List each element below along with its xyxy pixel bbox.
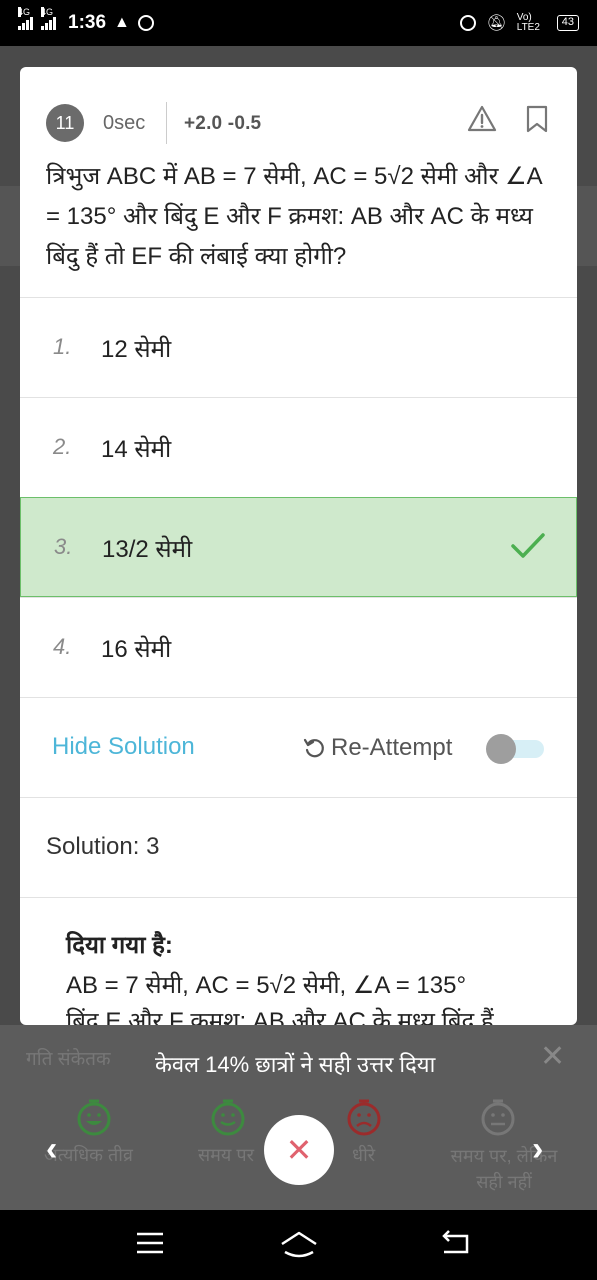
battery-icon: 43: [556, 15, 579, 31]
neutral-face-icon: [481, 1099, 515, 1136]
question-number: 11: [46, 104, 84, 142]
close-icon: ✕: [285, 1132, 313, 1168]
mute-icon: 🔕︎: [486, 15, 507, 32]
signal-icon: 4G: [18, 7, 33, 30]
option-number: 1.: [53, 334, 72, 359]
question-marks: +2.0 -0.5: [184, 113, 262, 134]
solution-body: दिया गया है: AB = 7 सेमी, AC = 5√2 सेमी,…: [20, 897, 577, 1025]
solution-line: AB = 7 सेमी, AC = 5√2 सेमी, ∠A = 135°: [66, 972, 467, 999]
hide-solution-button[interactable]: Hide Solution: [52, 733, 195, 761]
back-icon[interactable]: [440, 1230, 470, 1256]
question-card: 11 0sec +2.0 -0.5 त्रिभुज ABC में AB = 7…: [20, 67, 577, 1025]
menu-icon[interactable]: [136, 1230, 164, 1256]
system-nav-bar: [0, 1210, 597, 1280]
notification-icon: ▲: [114, 14, 130, 31]
reattempt-label: Re-Attempt: [331, 734, 453, 761]
option-text: 16 सेमी: [101, 636, 172, 663]
reattempt-toggle[interactable]: [486, 734, 546, 764]
check-icon: [511, 533, 545, 558]
volte-label: Vo) LTE2: [516, 12, 540, 33]
close-fab-button[interactable]: ✕: [264, 1115, 334, 1185]
speed-label: समय पर: [198, 1145, 254, 1165]
home-icon[interactable]: [280, 1230, 318, 1260]
solution-header: Solution: 3: [20, 797, 577, 897]
fast-face-icon: [77, 1099, 111, 1136]
speed-label: समय पर, लेकिन सही नहीं: [450, 1146, 558, 1192]
option-number: 3.: [54, 534, 73, 559]
status-right: 🔕︎ Vo) LTE2 43: [460, 13, 579, 33]
header-divider: [166, 102, 167, 144]
option-2[interactable]: 2. 14 सेमी: [20, 397, 577, 497]
speed-label: अत्यधिक तीव्र: [44, 1145, 133, 1165]
reattempt-button[interactable]: Re-Attempt: [303, 734, 452, 762]
signal-icon-2: 4G: [41, 7, 56, 30]
status-left: 4G 4G 1:36 ▲: [18, 7, 154, 34]
option-text: 12 सेमी: [101, 336, 172, 363]
app-icon: [137, 15, 154, 31]
toggle-knob: [486, 734, 516, 764]
solution-line: बिंदु E और F क्रमश: AB और AC के मध्य बिं…: [66, 1008, 494, 1025]
option-number: 2.: [53, 434, 72, 459]
speed-label: धीरे: [352, 1145, 376, 1165]
solution-actions: Hide Solution Re-Attempt: [20, 697, 577, 797]
option-3-correct[interactable]: 3. 13/2 सेमी: [20, 497, 577, 597]
ontime-face-icon: [211, 1099, 245, 1136]
previous-arrow-icon[interactable]: ‹: [46, 1130, 57, 1169]
option-text: 14 सेमी: [101, 436, 172, 463]
bookmark-icon[interactable]: [525, 105, 549, 133]
status-bar: 4G 4G 1:36 ▲ 🔕︎ Vo) LTE2 43: [0, 0, 597, 46]
solution-title: Solution: 3: [46, 833, 160, 860]
option-text: 13/2 सेमी: [102, 536, 193, 563]
option-number: 4.: [53, 634, 72, 659]
next-arrow-icon[interactable]: ›: [532, 1130, 543, 1169]
solution-given: दिया गया है:: [66, 932, 173, 959]
slow-face-icon: [347, 1099, 381, 1136]
options-list: 1. 12 सेमी 2. 14 सेमी 3. 13/2 सेमी 4. 16…: [20, 297, 577, 1025]
option-4[interactable]: 4. 16 सेमी: [20, 597, 577, 697]
close-icon[interactable]: ✕: [540, 1039, 565, 1074]
reattempt-icon: [303, 738, 324, 758]
question-timer: 0sec: [103, 112, 146, 134]
stats-message: केवल 14% छात्रों ने सही उत्तर दिया: [155, 1052, 436, 1077]
question-text: त्रिभुज ABC में AB = 7 सेमी, AC = 5√2 से…: [46, 163, 542, 270]
clock: 1:36: [68, 12, 107, 33]
warning-icon[interactable]: [467, 104, 497, 134]
speed-indicator-label: गति संकेतक: [26, 1049, 111, 1070]
alarm-icon: [460, 15, 477, 31]
option-1[interactable]: 1. 12 सेमी: [20, 297, 577, 397]
